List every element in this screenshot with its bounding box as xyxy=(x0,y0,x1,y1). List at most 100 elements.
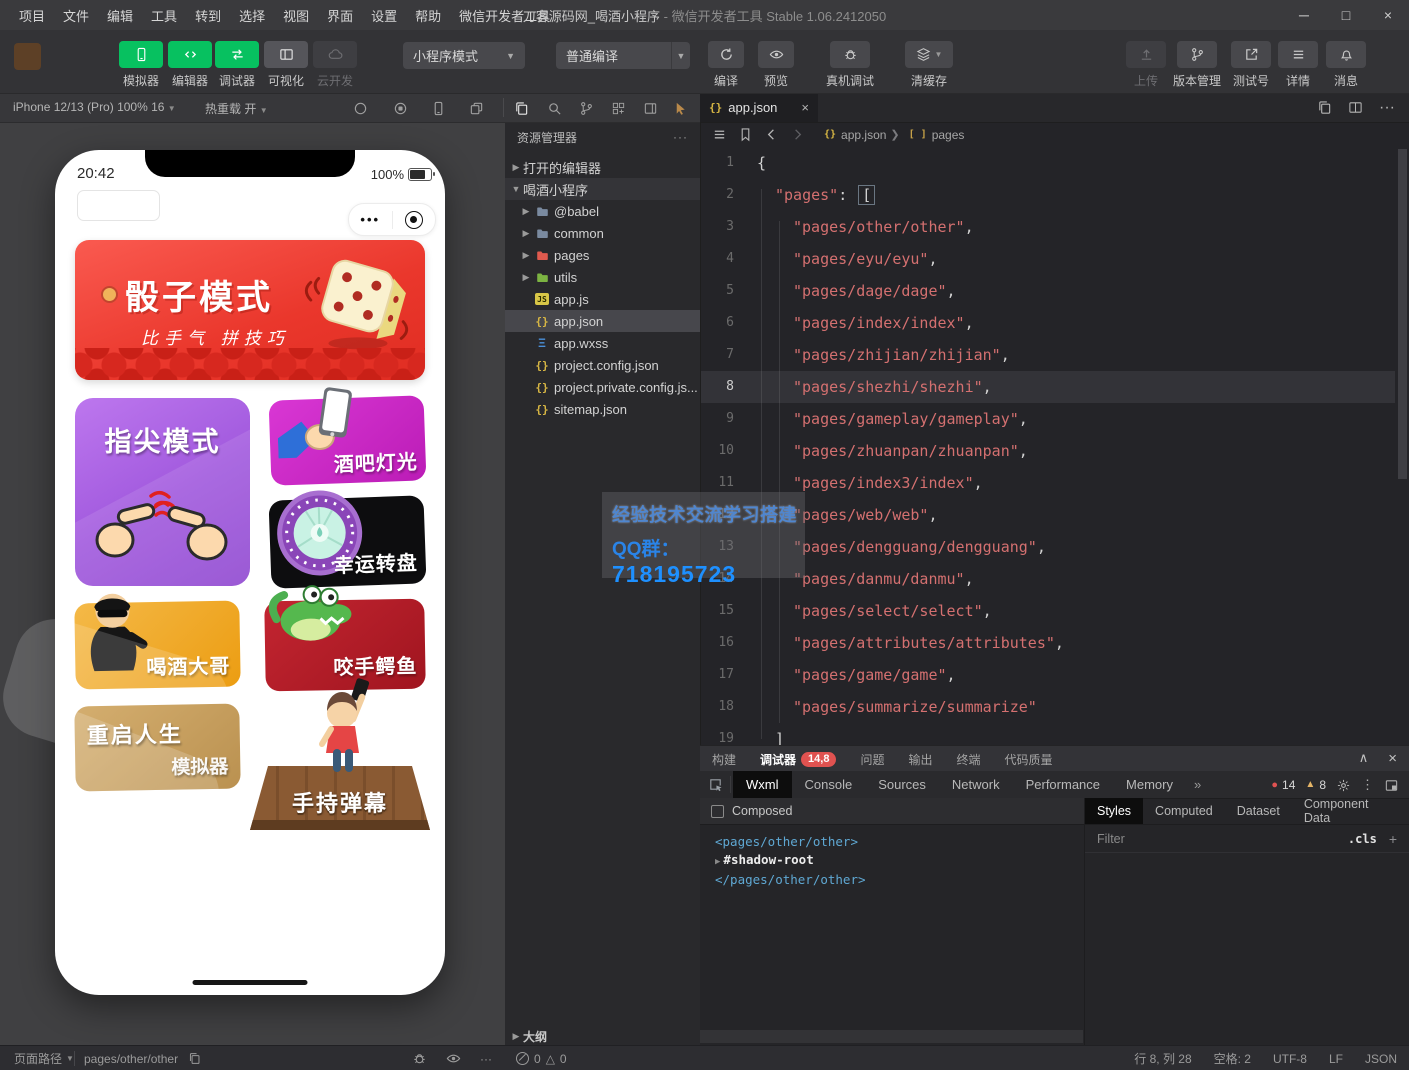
code-line-2[interactable]: 2"pages": [ xyxy=(700,179,1395,211)
page-path-value[interactable]: pages/other/other xyxy=(84,1046,178,1070)
pointer-icon[interactable] xyxy=(668,96,692,120)
outline-section[interactable]: ▶ 大纲 xyxy=(505,1028,700,1045)
file-explorer-icon[interactable] xyxy=(509,96,533,120)
tile-fingertip-mode[interactable]: 指尖模式 xyxy=(75,398,250,586)
warning-count[interactable]: 8 xyxy=(1319,778,1326,792)
wxml-shadow-root[interactable]: ▶#shadow-root xyxy=(715,851,1084,872)
device-select[interactable]: iPhone 12/13 (Pro) 100% 16 ▼ xyxy=(13,100,176,114)
code-line-1[interactable]: 1{ xyxy=(700,147,1395,179)
copy-path-icon[interactable] xyxy=(188,1046,201,1070)
minimize-button[interactable]: ─ xyxy=(1283,0,1325,30)
encoding[interactable]: UTF-8 xyxy=(1273,1052,1307,1066)
stop-icon[interactable] xyxy=(388,96,412,120)
tile-restart-life[interactable]: 重启人生 模拟器 xyxy=(74,704,240,792)
code-line-17[interactable]: 17"pages/game/game", xyxy=(700,659,1395,691)
消息-button[interactable] xyxy=(1326,41,1366,68)
devtools-tab-performance[interactable]: Performance xyxy=(1013,771,1113,798)
grid-add-icon[interactable] xyxy=(606,96,630,120)
maximize-button[interactable]: □ xyxy=(1325,0,1367,30)
menu-item-0[interactable]: 项目 xyxy=(10,6,54,25)
code-line-15[interactable]: 15"pages/select/select", xyxy=(700,595,1395,627)
close-icon[interactable]: × xyxy=(1388,750,1397,767)
file-item-sitemap.json[interactable]: {}sitemap.json xyxy=(505,398,700,420)
file-item-@babel[interactable]: ▶@babel xyxy=(505,200,700,222)
menu-item-9[interactable]: 帮助 xyxy=(406,6,450,25)
code-line-7[interactable]: 7"pages/zhijian/zhijian", xyxy=(700,339,1395,371)
code-line-9[interactable]: 9"pages/gameplay/gameplay", xyxy=(700,403,1395,435)
breadcrumb-file[interactable]: app.json xyxy=(841,128,886,142)
menu-item-8[interactable]: 设置 xyxy=(362,6,406,25)
详情-button[interactable] xyxy=(1278,41,1318,68)
more-icon[interactable]: ··· xyxy=(480,1046,492,1070)
compile-mode-select[interactable]: 普通编译 xyxy=(556,42,671,69)
project-root[interactable]: ▼ 喝酒小程序 xyxy=(505,178,700,200)
capsule-more-button[interactable]: ••• xyxy=(349,212,392,227)
styles-tab-component-data[interactable]: Component Data xyxy=(1292,798,1409,824)
language-mode[interactable]: JSON xyxy=(1365,1052,1397,1066)
file-item-project.private.config.js...[interactable]: {}project.private.config.js... xyxy=(505,376,700,398)
styles-tab-dataset[interactable]: Dataset xyxy=(1225,798,1292,824)
styles-tab-styles[interactable]: Styles xyxy=(1085,798,1143,824)
debug-tab-输出[interactable]: 输出 xyxy=(896,751,944,768)
devtools-tab-network[interactable]: Network xyxy=(939,771,1013,798)
search-icon[interactable] xyxy=(542,96,566,120)
code-line-3[interactable]: 3"pages/other/other", xyxy=(700,211,1395,243)
menu-item-5[interactable]: 选择 xyxy=(230,6,274,25)
file-item-common[interactable]: ▶common xyxy=(505,222,700,244)
horizontal-scrollbar[interactable] xyxy=(700,1030,1083,1043)
云开发-button[interactable] xyxy=(313,41,357,68)
debug-tab-构建[interactable]: 构建 xyxy=(700,751,748,768)
真机调试-button[interactable] xyxy=(830,41,870,68)
overflow-tabs-icon[interactable]: » xyxy=(1186,777,1209,792)
close-button[interactable]: × xyxy=(1367,0,1409,30)
gear-icon[interactable] xyxy=(1336,776,1351,792)
rotate-icon[interactable] xyxy=(348,96,372,120)
open-editors-section[interactable]: ▶ 打开的编辑器 xyxy=(505,156,700,178)
debug-tab-调试器[interactable]: 调试器14,8 xyxy=(748,751,848,768)
avatar[interactable] xyxy=(14,43,41,70)
cls-button[interactable]: .cls xyxy=(1348,832,1377,846)
devtools-tab-console[interactable]: Console xyxy=(792,771,866,798)
page-path-select[interactable]: 页面路径▼ xyxy=(14,1046,74,1070)
tab-app-json[interactable]: {} app.json × xyxy=(700,93,818,122)
debug-tab-代码质量[interactable]: 代码质量 xyxy=(993,751,1065,768)
collapse-icon[interactable]: ∧ xyxy=(1359,750,1369,766)
editor-scrollbar[interactable] xyxy=(1396,147,1409,745)
cursor-position[interactable]: 行 8, 列 28 xyxy=(1134,1050,1191,1067)
code-line-16[interactable]: 16"pages/attributes/attributes", xyxy=(700,627,1395,659)
kebab-icon[interactable]: ⋮ xyxy=(1361,777,1374,793)
code-line-18[interactable]: 18"pages/summarize/summarize" xyxy=(700,691,1395,723)
breadcrumb-node[interactable]: pages xyxy=(932,128,965,142)
tile-bar-light[interactable]: 酒吧灯光 xyxy=(269,395,427,485)
filter-input[interactable]: Filter xyxy=(1097,832,1125,846)
error-count[interactable]: 14 xyxy=(1282,778,1295,792)
编译-button[interactable] xyxy=(708,41,744,68)
mode-select[interactable]: 小程序模式▼ xyxy=(403,42,525,69)
composed-checkbox[interactable] xyxy=(711,805,724,818)
code-line-5[interactable]: 5"pages/dage/dage", xyxy=(700,275,1395,307)
清缓存-button[interactable]: ▼ xyxy=(905,41,953,68)
code-line-4[interactable]: 4"pages/eyu/eyu", xyxy=(700,243,1395,275)
more-icon[interactable]: ··· xyxy=(673,130,688,144)
file-item-utils[interactable]: ▶utils xyxy=(505,266,700,288)
capsule-close-button[interactable] xyxy=(393,211,436,229)
测试号-button[interactable] xyxy=(1231,41,1271,68)
预览-button[interactable] xyxy=(758,41,794,68)
版本管理-button[interactable] xyxy=(1177,41,1217,68)
menu-item-1[interactable]: 文件 xyxy=(54,6,98,25)
code-line-6[interactable]: 6"pages/index/index", xyxy=(700,307,1395,339)
git-icon[interactable] xyxy=(574,96,598,120)
panel-layout-icon[interactable] xyxy=(638,96,662,120)
menu-item-6[interactable]: 视图 xyxy=(274,6,318,25)
menu-item-4[interactable]: 转到 xyxy=(186,6,230,25)
eye-icon[interactable] xyxy=(446,1046,461,1070)
debug-tab-问题[interactable]: 问题 xyxy=(848,751,896,768)
indentation[interactable]: 空格: 2 xyxy=(1214,1050,1251,1067)
wxml-open-tag[interactable]: <pages/other/other> xyxy=(715,833,1084,851)
code-area[interactable]: 1{2"pages": [3"pages/other/other",4"page… xyxy=(700,147,1409,745)
tile-drinking-bro[interactable]: 喝酒大哥 xyxy=(74,601,240,690)
file-item-pages[interactable]: ▶pages xyxy=(505,244,700,266)
open-preview-icon[interactable] xyxy=(1317,99,1332,117)
menu-item-3[interactable]: 工具 xyxy=(142,6,186,25)
code-line-19[interactable]: 19] xyxy=(700,723,1395,745)
